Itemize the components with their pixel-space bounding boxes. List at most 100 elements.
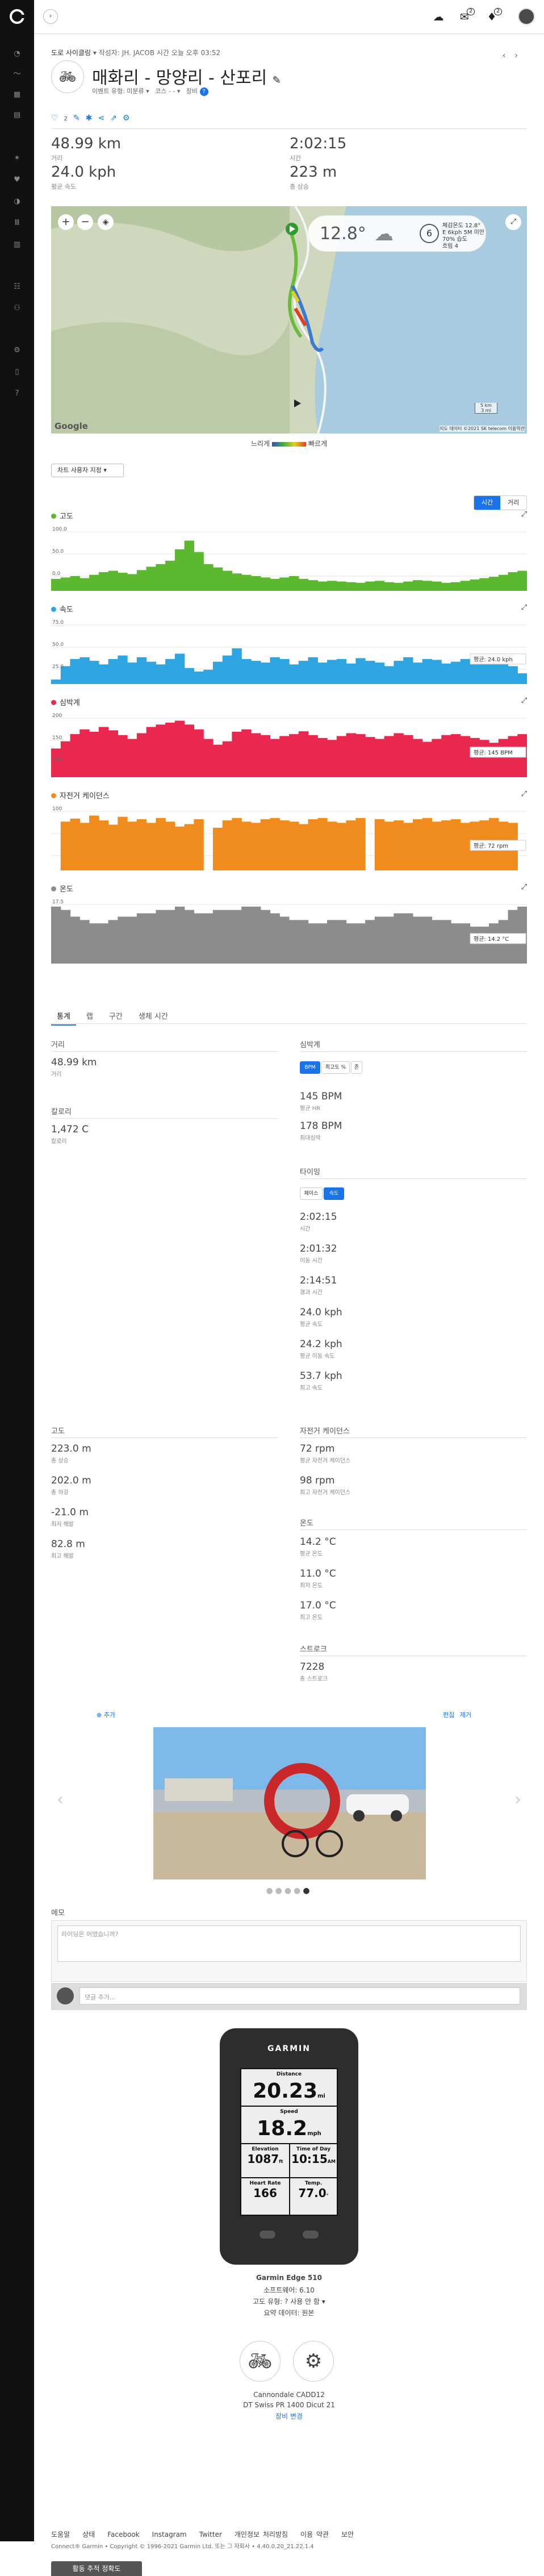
zoom-in-button[interactable]: +	[58, 214, 74, 230]
fullscreen-icon[interactable]: ⤢	[505, 214, 521, 230]
chart-point	[194, 552, 204, 591]
tab-timing[interactable]: 생체 시간	[133, 1007, 174, 1024]
footer-link-help[interactable]: 도움말	[51, 2531, 70, 2539]
tab-segments[interactable]: 구간	[103, 1007, 128, 1024]
challenges-icon[interactable]: ◑	[12, 198, 22, 206]
comment-input[interactable]: 댓글 추가...	[79, 1987, 520, 2004]
photo-pagination[interactable]: ●●●●●	[51, 1886, 527, 1895]
edit-photo-button[interactable]: 편집	[443, 1711, 454, 1719]
chart-point	[251, 661, 261, 684]
help-icon[interactable]: ?	[12, 390, 22, 398]
hr-zone-pill[interactable]: 존	[351, 1061, 362, 1074]
chart-point	[374, 819, 385, 870]
chart-point	[184, 824, 194, 870]
options-icon[interactable]: ⚙	[123, 114, 136, 123]
notifications-icon[interactable]: ♦ 2	[485, 8, 502, 24]
chart-customize-dropdown[interactable]: 차트 사용자 지정 ▾	[51, 464, 124, 477]
devices-icon[interactable]: ▯	[12, 368, 22, 376]
privacy-setting[interactable]: 이벤트 유형: 미분류	[92, 87, 144, 95]
course-select[interactable]: 코스 - -	[155, 87, 175, 95]
expand-chart-icon[interactable]: ⤢	[521, 697, 527, 705]
sidebar-toggle-button[interactable]: ›	[43, 9, 58, 24]
chart-point	[232, 573, 242, 591]
expand-chart-icon[interactable]: ⤢	[521, 603, 527, 612]
timing-pace-pill[interactable]: 페이스	[300, 1187, 323, 1200]
chart-point	[479, 578, 489, 591]
stat-value: 72 rpm	[300, 1443, 335, 1454]
activity-nav[interactable]: ‹›	[503, 51, 527, 60]
chart-elevation[interactable]: 100.0 50.0 0.0	[51, 524, 527, 591]
footer-link-facebook[interactable]: Facebook	[107, 2531, 139, 2539]
hr-max-percent-pill[interactable]: 최고도 %	[321, 1061, 350, 1074]
export-icon[interactable]: ⇗	[110, 114, 123, 123]
info-icon[interactable]: ?	[199, 87, 208, 96]
next-photo-icon[interactable]: ›	[514, 1790, 521, 1810]
chart-point	[279, 658, 290, 684]
page-title[interactable]: 매화리 - 망양리 - 산포리 ✎	[92, 64, 281, 89]
gear-label: 장비	[186, 87, 198, 95]
expand-chart-icon[interactable]: ⤢	[521, 883, 527, 891]
y-tick-label: 100	[52, 757, 62, 763]
activity-author: 작성자: JH. JACOB	[98, 49, 155, 57]
stat-value: 82.8 m	[51, 1539, 85, 1550]
activity-type[interactable]: 도로 사이클링	[51, 49, 91, 57]
zoom-out-button[interactable]: −	[77, 214, 93, 230]
chart-cadence[interactable]: 100 평균: 72 rpm	[51, 803, 527, 870]
prev-photo-icon[interactable]: ‹	[57, 1790, 64, 1810]
weather-temperature: 12.8°	[320, 224, 366, 244]
delete-photo-button[interactable]: 제거	[460, 1711, 471, 1719]
footer-link-status[interactable]: 상태	[82, 2531, 95, 2539]
like-icon[interactable]: ♡	[51, 114, 64, 123]
change-gear-link[interactable]: 장비 변경	[51, 2411, 527, 2421]
share-icon[interactable]: ⋖	[98, 114, 110, 123]
cloud-icon: ☁	[374, 223, 394, 245]
activity-tracking-accuracy-button[interactable]: 활동 추적 정확도	[51, 2561, 142, 2576]
elevation-source-select[interactable]: 고도 유형: ? 사용 안 함 ▾	[51, 2296, 527, 2306]
chart-temperature[interactable]: 17.5 평균: 14.2 °C	[51, 897, 527, 964]
add-photo-button[interactable]: ⊕ 추가	[97, 1710, 115, 1719]
gear-icon[interactable]: ⚙	[12, 347, 22, 355]
tab-stats[interactable]: 통계	[51, 1007, 76, 1026]
footer-link-instagram[interactable]: Instagram	[152, 2531, 187, 2539]
dashboard-icon[interactable]: ◔	[12, 50, 22, 58]
chart-point	[346, 663, 356, 684]
timing-speed-pill[interactable]: 속도	[324, 1187, 344, 1200]
chart-point	[79, 823, 90, 870]
reports-icon[interactable]: ▤	[12, 111, 22, 119]
edit-icon[interactable]: ✎	[73, 114, 86, 123]
stats-icon[interactable]: ▥	[12, 241, 22, 249]
layers-icon[interactable]: ◈	[98, 214, 114, 230]
tab-laps[interactable]: 랩	[81, 1007, 99, 1024]
memo-input[interactable]: 라이딩은 어땠습니까?	[57, 1925, 521, 1962]
training-icon[interactable]: ✶	[12, 155, 22, 162]
hr-bpm-pill[interactable]: BPM	[300, 1061, 320, 1074]
chart-speed[interactable]: 75.0 50.0 25.0 평균: 24.0 kph	[51, 617, 527, 684]
stat-value: 53.7 kph	[300, 1370, 342, 1382]
insights-icon[interactable]: Ⅲ	[12, 219, 22, 227]
health-icon[interactable]: ♥	[12, 176, 22, 184]
footer-link-security[interactable]: 보안	[341, 2531, 354, 2539]
expand-chart-icon[interactable]: ⤢	[521, 510, 527, 519]
footer-link-terms[interactable]: 이용 약관	[300, 2531, 329, 2539]
upload-icon[interactable]: ☁	[432, 10, 445, 24]
settings-icon[interactable]: ✱	[86, 114, 98, 123]
footer-link-twitter[interactable]: Twitter	[199, 2531, 222, 2539]
stat-label: 총 하강	[51, 1490, 69, 1496]
calories-heading: 칼로리	[51, 1108, 72, 1116]
footer-link-privacy[interactable]: 개인정보 처리방침	[235, 2531, 288, 2539]
x-axis-distance-button[interactable]: 거리	[500, 496, 526, 510]
inbox-icon[interactable]: ✉ 2	[458, 8, 475, 24]
garmin-connect-logo[interactable]	[10, 9, 25, 24]
route-map[interactable]: + − ◈ ⤢ 12.8° ☁ 6 체감온도 12.8° E 6kph 5M 미만…	[51, 206, 527, 433]
user-avatar[interactable]	[518, 8, 535, 25]
chart-point	[432, 660, 442, 684]
x-axis-time-button[interactable]: 시간	[474, 496, 500, 510]
connections-icon[interactable]: ☷	[12, 283, 22, 291]
calendar-icon[interactable]: ▦	[12, 91, 22, 99]
activity-photo[interactable]	[153, 1727, 426, 1879]
groups-icon[interactable]: ⚇	[12, 305, 22, 312]
chart-heart-rate[interactable]: 200 150 100 평균: 145 BPM	[51, 710, 527, 777]
expand-chart-icon[interactable]: ⤢	[521, 790, 527, 798]
activities-icon[interactable]: 〜	[12, 70, 22, 78]
stat-avg-hr-label: 평균 HR	[300, 1106, 321, 1112]
